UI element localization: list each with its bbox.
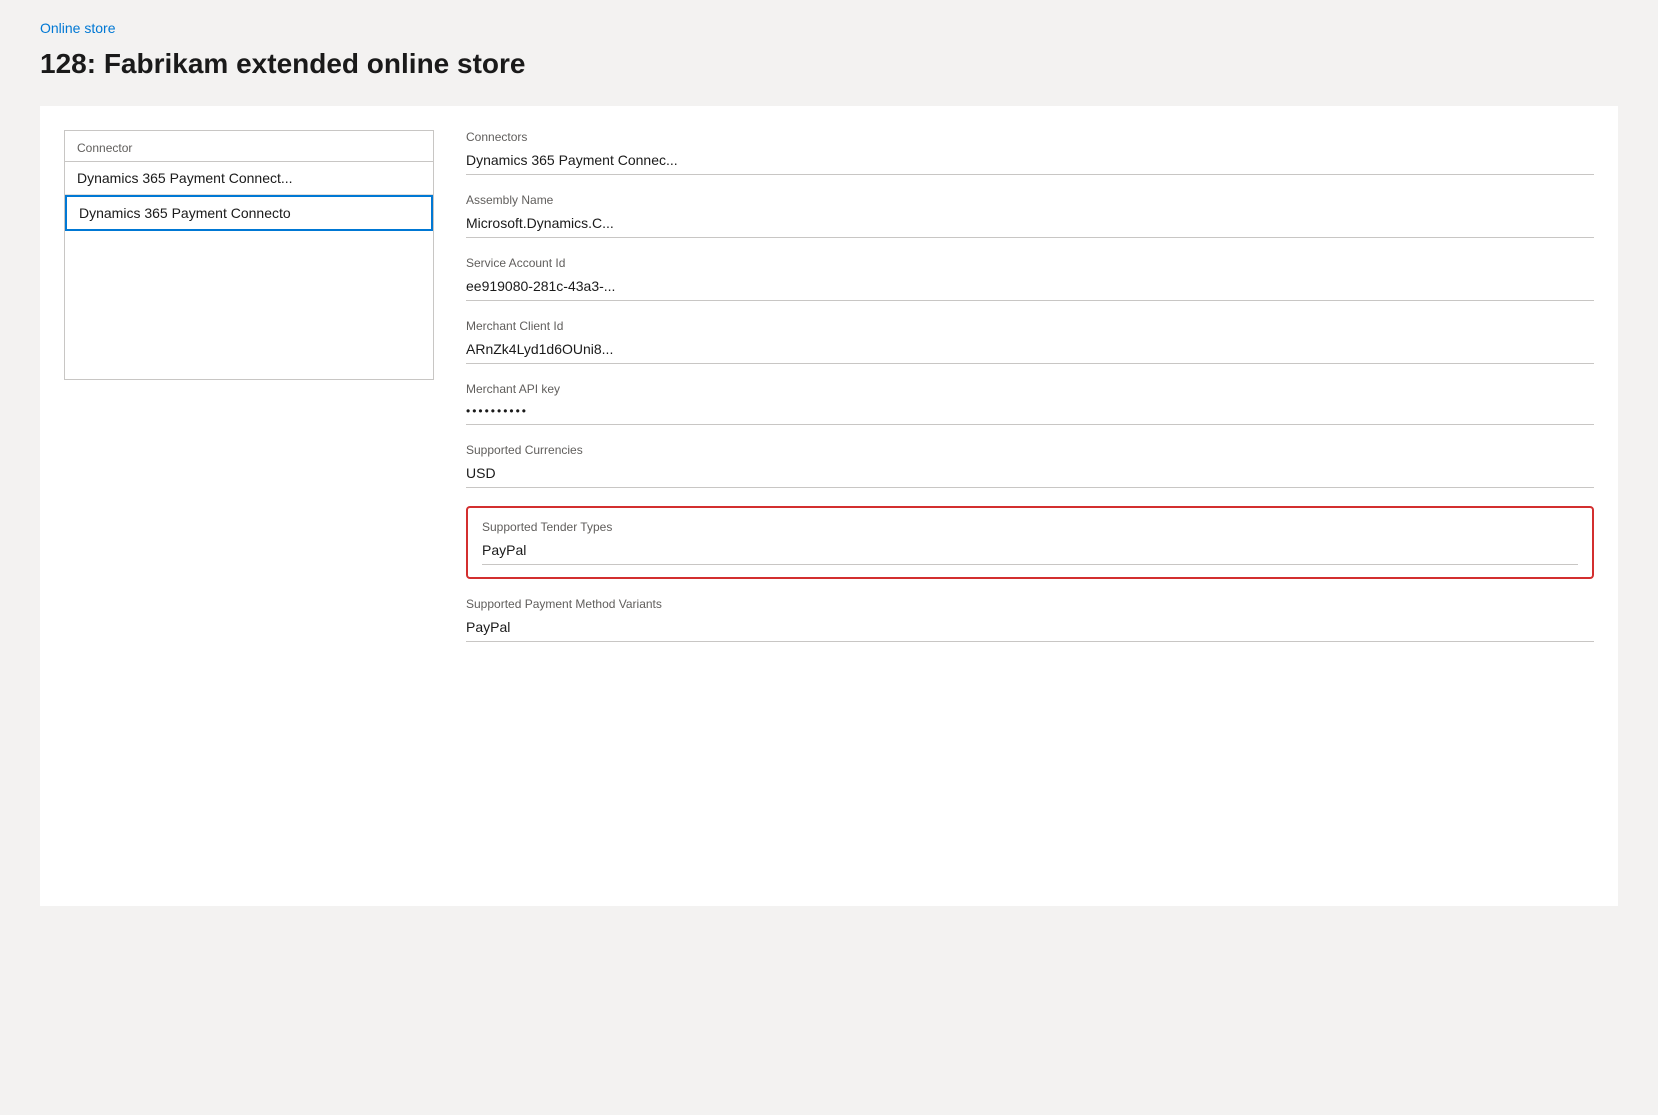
value-merchant-client-id: ARnZk4Lyd1d6OUni8... bbox=[466, 337, 1594, 364]
field-group-assembly-name: Assembly Name Microsoft.Dynamics.C... bbox=[466, 193, 1594, 238]
label-supported-currencies: Supported Currencies bbox=[466, 443, 1594, 457]
label-service-account-id: Service Account Id bbox=[466, 256, 1594, 270]
connector-list-container: Connector Dynamics 365 Payment Connect..… bbox=[64, 130, 434, 380]
value-service-account-id: ee919080-281c-43a3-... bbox=[466, 274, 1594, 301]
field-group-connectors: Connectors Dynamics 365 Payment Connec..… bbox=[466, 130, 1594, 175]
page-title: 128: Fabrikam extended online store bbox=[40, 46, 1618, 82]
label-connectors: Connectors bbox=[466, 130, 1594, 144]
field-group-service-account-id: Service Account Id ee919080-281c-43a3-..… bbox=[466, 256, 1594, 301]
label-merchant-api-key: Merchant API key bbox=[466, 382, 1594, 396]
field-group-supported-payment-method-variants: Supported Payment Method Variants PayPal bbox=[466, 597, 1594, 642]
connector-item-2-label: Dynamics 365 Payment Connecto bbox=[79, 205, 291, 221]
highlighted-section-tender-types: Supported Tender Types PayPal bbox=[466, 506, 1594, 579]
page-container: Online store 128: Fabrikam extended onli… bbox=[0, 0, 1658, 1115]
header-section: Online store 128: Fabrikam extended onli… bbox=[0, 0, 1658, 106]
connector-list-header: Connector bbox=[65, 131, 433, 161]
value-supported-currencies: USD bbox=[466, 461, 1594, 488]
label-assembly-name: Assembly Name bbox=[466, 193, 1594, 207]
label-supported-tender-types: Supported Tender Types bbox=[482, 520, 1578, 534]
value-merchant-api-key: •••••••••• bbox=[466, 400, 1594, 425]
label-merchant-client-id: Merchant Client Id bbox=[466, 319, 1594, 333]
value-supported-payment-method-variants: PayPal bbox=[466, 615, 1594, 642]
right-panel: Connectors Dynamics 365 Payment Connec..… bbox=[466, 130, 1594, 882]
connector-list-item[interactable]: Dynamics 365 Payment Connect... bbox=[65, 162, 433, 195]
connector-item-1-label: Dynamics 365 Payment Connect... bbox=[77, 170, 293, 186]
value-supported-tender-types: PayPal bbox=[482, 538, 1578, 565]
content-area: Connector Dynamics 365 Payment Connect..… bbox=[40, 106, 1618, 906]
connector-list-item-selected[interactable]: Dynamics 365 Payment Connecto bbox=[65, 195, 433, 231]
field-group-merchant-client-id: Merchant Client Id ARnZk4Lyd1d6OUni8... bbox=[466, 319, 1594, 364]
label-supported-payment-method-variants: Supported Payment Method Variants bbox=[466, 597, 1594, 611]
breadcrumb[interactable]: Online store bbox=[40, 20, 115, 36]
left-panel: Connector Dynamics 365 Payment Connect..… bbox=[64, 130, 434, 882]
value-connectors: Dynamics 365 Payment Connec... bbox=[466, 148, 1594, 175]
field-group-merchant-api-key: Merchant API key •••••••••• bbox=[466, 382, 1594, 425]
value-assembly-name: Microsoft.Dynamics.C... bbox=[466, 211, 1594, 238]
field-group-supported-currencies: Supported Currencies USD bbox=[466, 443, 1594, 488]
